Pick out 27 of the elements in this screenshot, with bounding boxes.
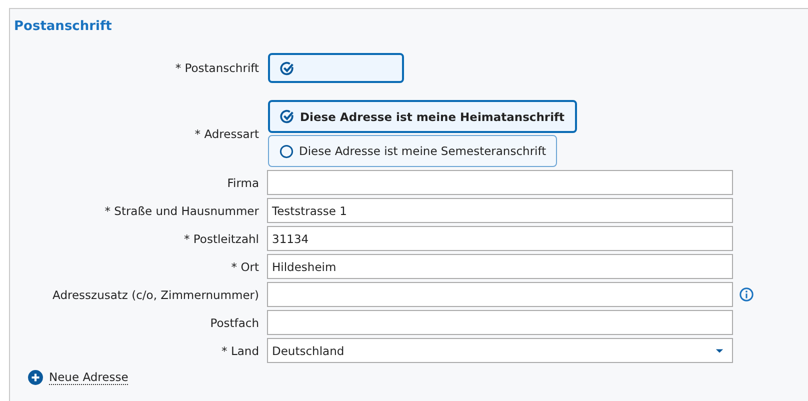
- input-field[interactable]: [267, 170, 733, 195]
- input-field[interactable]: Teststrasse 1: [267, 198, 733, 223]
- field-label: * Postleitzahl: [182, 232, 260, 246]
- input-field[interactable]: [267, 310, 733, 335]
- field-label: * Straße und Hausnummer: [104, 204, 260, 218]
- postanschrift-checkbox[interactable]: [268, 53, 404, 83]
- dropdown-field[interactable]: Deutschland: [267, 338, 733, 363]
- section-title: Postanschrift: [14, 19, 113, 36]
- field-label: * Ort: [230, 260, 260, 274]
- field-label: * Land: [220, 344, 260, 358]
- new-address-link[interactable]: Neue Adresse: [49, 370, 128, 385]
- field-label: * Adressart: [194, 126, 260, 140]
- add-icon[interactable]: [28, 370, 43, 385]
- input-field[interactable]: [267, 282, 733, 307]
- field-label: * Postanschrift: [174, 61, 260, 75]
- radio-icon: [279, 144, 294, 158]
- info-icon[interactable]: [739, 287, 754, 302]
- field-label: Adresszusatz (c/o, Zimmernummer): [52, 288, 260, 302]
- address-type-option[interactable]: Diese Adresse ist meine Semesteranschrift: [268, 135, 558, 167]
- input-field[interactable]: 31134: [267, 226, 733, 251]
- field-label: Firma: [226, 176, 260, 190]
- address-type-option[interactable]: Diese Adresse ist meine Heimatanschrift: [268, 100, 577, 133]
- field-label: Postfach: [209, 316, 260, 330]
- input-field[interactable]: Hildesheim: [267, 254, 733, 279]
- checkmark-icon: [280, 109, 295, 124]
- caret-icon: [715, 348, 724, 354]
- checkmark-icon: [280, 60, 295, 76]
